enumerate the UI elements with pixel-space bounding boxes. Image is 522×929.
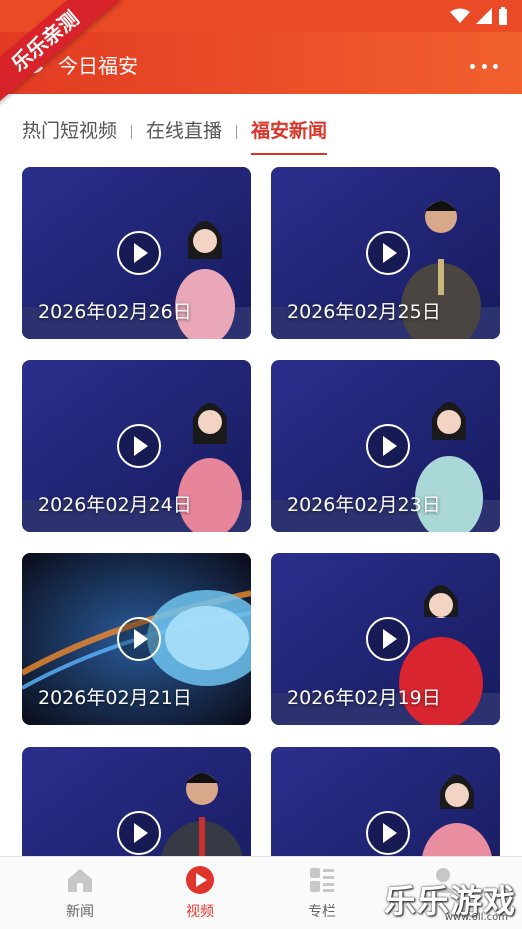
video-card[interactable]: 2026年02月26日 [22,167,251,339]
video-card[interactable]: 2026年02月24日 [22,360,251,532]
tab-hot-short-videos[interactable]: 热门短视频 [22,116,117,149]
play-icon[interactable] [116,617,161,661]
video-date: 2026年02月24日 [38,494,192,516]
video-card[interactable]: 2026年02月21日 [22,553,251,725]
play-icon[interactable] [116,811,161,855]
tab-fuan-news[interactable]: 福安新闻 [251,116,328,155]
video-card[interactable]: 2026年02月23日 [271,360,500,532]
video-card[interactable]: 2026年02月25日 [271,167,500,339]
play-icon[interactable] [116,424,161,468]
tab-live[interactable]: 在线直播 [146,116,222,149]
more-dot [493,63,498,69]
home-icon [68,869,92,892]
more-options-button[interactable] [470,54,498,78]
play-circle-icon [186,866,214,894]
play-icon[interactable] [365,617,410,661]
nav-item-video[interactable]: 视频 [155,857,245,929]
category-tabs: 热门短视频 在线直播 福安新闻 [22,112,328,155]
video-date: 2026年02月21日 [38,687,192,709]
video-date: 2026年02月19日 [287,687,441,709]
tab-divider [131,125,133,139]
video-card[interactable]: 2026年02月19日 [271,553,500,725]
status-icons [450,7,508,25]
tab-divider [236,125,238,139]
nav-label: 专栏 [308,904,336,920]
more-horizontal-icon [470,63,475,69]
video-date: 2026年02月25日 [287,301,441,323]
nav-item-news[interactable]: 新闻 [35,857,125,929]
video-date: 2026年02月23日 [287,494,441,516]
battery-icon [499,7,507,25]
play-icon[interactable] [116,231,161,275]
nav-label: 视频 [186,904,214,920]
column-grid-icon [310,868,334,892]
signal-icon [476,8,492,24]
nav-label: 新闻 [66,904,94,920]
wifi-icon [450,8,470,23]
app-title: 今日福安 [58,54,138,78]
more-dot [481,63,487,69]
play-icon[interactable] [365,811,410,855]
watermark-url: www.6ll.com [444,912,508,923]
video-date: 2026年02月26日 [38,301,192,323]
play-icon[interactable] [365,424,410,468]
nav-item-column[interactable]: 专栏 [277,857,367,929]
play-icon[interactable] [365,231,410,275]
